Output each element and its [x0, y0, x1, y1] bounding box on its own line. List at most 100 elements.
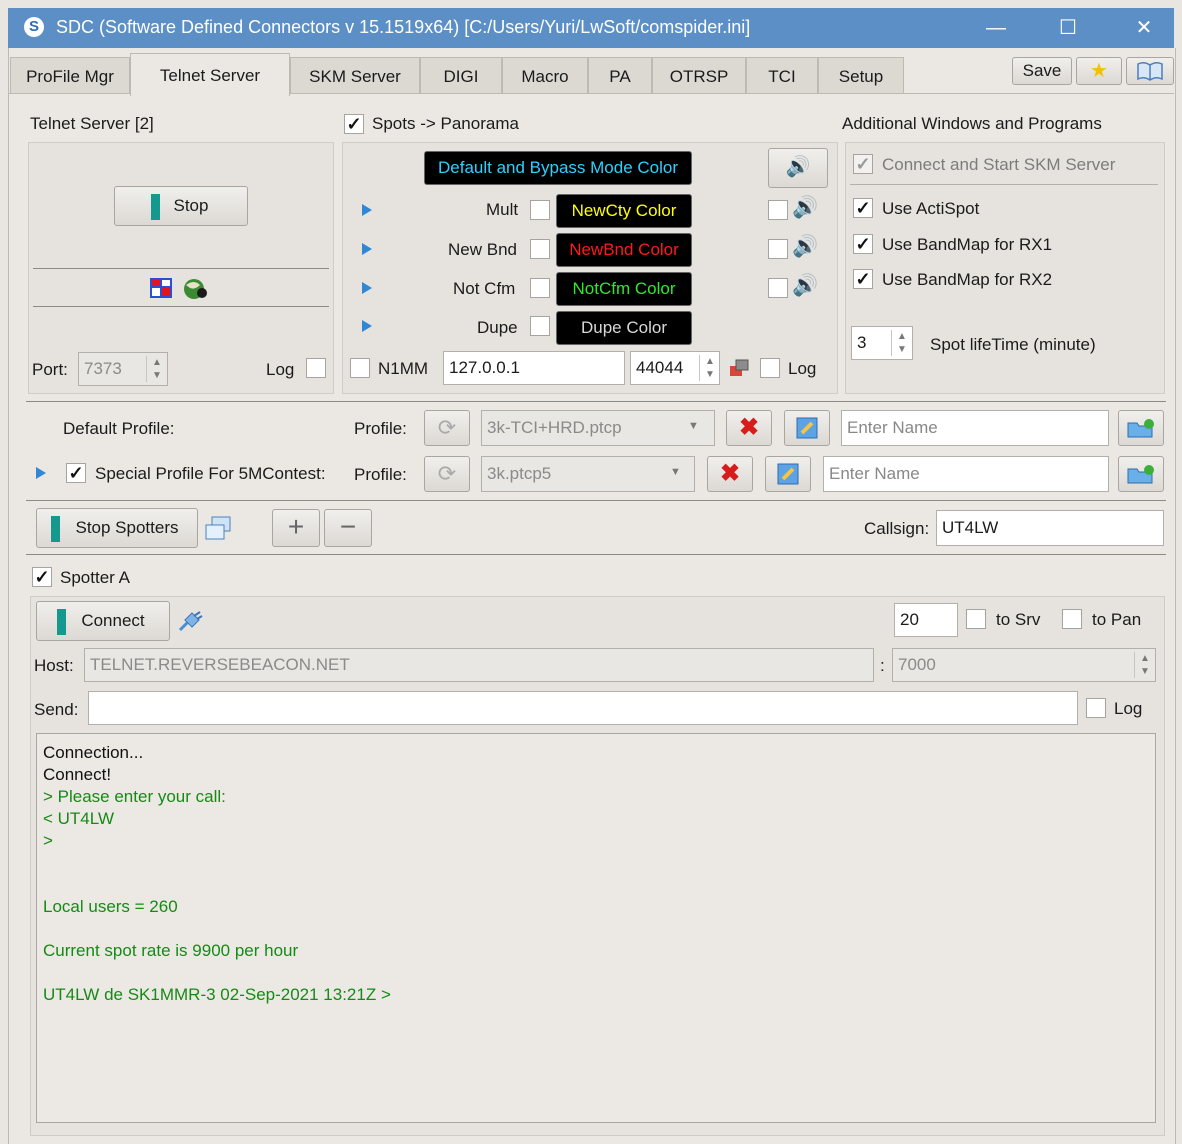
- plug-icon[interactable]: [176, 610, 204, 634]
- flags-globe-icon[interactable]: [150, 276, 210, 302]
- tab-skm-server[interactable]: SKM Server: [290, 57, 420, 94]
- divider: [26, 554, 1166, 555]
- spot-lifetime-spinner[interactable]: ▲ ▼: [891, 330, 912, 356]
- tab-setup[interactable]: Setup: [818, 57, 904, 94]
- spots-panorama-checkbox[interactable]: ✓: [344, 114, 364, 134]
- callsign-label: Callsign:: [864, 519, 930, 538]
- tab-digi[interactable]: DIGI: [420, 57, 502, 94]
- special-profile-checkbox[interactable]: ✓: [66, 463, 86, 483]
- chevron-down-icon: ▼: [670, 466, 681, 478]
- n1mm-checkbox[interactable]: [350, 358, 370, 378]
- favorite-star-icon[interactable]: ★: [1076, 57, 1122, 85]
- connect-skm-checkbox[interactable]: ✓: [853, 154, 873, 174]
- not-cfm-checkbox[interactable]: [530, 278, 550, 298]
- newcty-color-box[interactable]: NewCty Color: [556, 194, 692, 228]
- mult-checkbox[interactable]: [530, 200, 550, 220]
- not-cfm-sound-checkbox[interactable]: [768, 278, 788, 298]
- stop-spotters-button[interactable]: Stop Spotters: [36, 508, 198, 548]
- host-port-field[interactable]: 7000: [892, 648, 1156, 682]
- speaker-button[interactable]: 🔊: [768, 148, 828, 188]
- n1mm-ip-field[interactable]: 127.0.0.1: [443, 351, 625, 385]
- mult-label: Mult: [486, 200, 519, 219]
- use-actispot-checkbox[interactable]: ✓: [853, 198, 873, 218]
- maximize-button[interactable]: ☐: [1038, 8, 1098, 48]
- bandmap-rx1-checkbox[interactable]: ✓: [853, 234, 873, 254]
- open-folder-icon[interactable]: [1118, 456, 1164, 492]
- new-bnd-sound-checkbox[interactable]: [768, 239, 788, 259]
- connect-button[interactable]: Connect: [36, 601, 170, 641]
- tab-telnet-server[interactable]: Telnet Server: [130, 53, 290, 96]
- add-spotter-button[interactable]: +: [272, 509, 320, 547]
- dupe-color-box[interactable]: Dupe Color: [556, 311, 692, 345]
- stop-label: Stop: [173, 196, 209, 215]
- expand-arrow-icon[interactable]: [362, 243, 372, 255]
- delete-icon[interactable]: ✖: [707, 456, 753, 492]
- default-color-box[interactable]: Default and Bypass Mode Color: [424, 151, 692, 185]
- app-icon: S: [24, 17, 44, 37]
- title-bar[interactable]: S SDC (Software Defined Connectors v 15.…: [8, 8, 1174, 48]
- port-value: 7373: [84, 359, 122, 378]
- tab-profile-mgr[interactable]: ProFile Mgr: [10, 57, 130, 94]
- tab-tci[interactable]: TCI: [746, 57, 818, 94]
- minimize-button[interactable]: —: [966, 8, 1026, 48]
- divider: [33, 306, 329, 307]
- dupe-checkbox[interactable]: [530, 316, 550, 336]
- server-log-checkbox[interactable]: [306, 358, 326, 378]
- notcfm-color-box[interactable]: NotCfm Color: [556, 272, 692, 306]
- expand-arrow-icon[interactable]: [36, 467, 46, 479]
- port-label: Port:: [32, 360, 68, 379]
- n1mm-label: N1MM: [378, 359, 429, 378]
- refresh-icon[interactable]: ⟳: [424, 456, 470, 492]
- default-profile-value: 3k-TCI+HRD.ptcp: [487, 418, 622, 437]
- send-field[interactable]: [88, 691, 1078, 725]
- spotter-a-label: Spotter A: [60, 568, 130, 587]
- mult-sound-checkbox[interactable]: [768, 200, 788, 220]
- telnet-console[interactable]: Connection... Connect! > Please enter yo…: [36, 733, 1156, 1123]
- save-button[interactable]: Save: [1012, 57, 1072, 85]
- spotter-a-checkbox[interactable]: ✓: [32, 567, 52, 587]
- special-profile-select[interactable]: 3k.ptcp5: [481, 456, 695, 492]
- tab-otrsp[interactable]: OTRSP: [652, 57, 746, 94]
- callsign-field[interactable]: UT4LW: [936, 510, 1164, 546]
- edit-icon[interactable]: [765, 456, 811, 492]
- book-icon[interactable]: [1126, 57, 1174, 85]
- spot-count-field[interactable]: 20: [894, 603, 958, 637]
- n1mm-log-checkbox[interactable]: [760, 358, 780, 378]
- host-port-separator: :: [880, 656, 885, 675]
- port-spinner[interactable]: ▲ ▼: [146, 356, 167, 382]
- refresh-icon[interactable]: ⟳: [424, 410, 470, 446]
- bandmap-rx1-label: Use BandMap for RX1: [882, 235, 1053, 254]
- spotter-log-checkbox[interactable]: [1086, 698, 1106, 718]
- expand-arrow-icon[interactable]: [362, 320, 372, 332]
- n1mm-port-spinner[interactable]: ▲ ▼: [699, 355, 720, 381]
- special-profile-label: Special Profile For 5MContest:: [95, 464, 326, 483]
- expand-arrow-icon[interactable]: [362, 204, 372, 216]
- expand-arrow-icon[interactable]: [362, 282, 372, 294]
- open-folder-icon[interactable]: [1118, 410, 1164, 446]
- dupe-label: Dupe: [477, 318, 518, 337]
- newbnd-color-box[interactable]: NewBnd Color: [556, 233, 692, 267]
- host-port-spinner[interactable]: ▲ ▼: [1134, 652, 1155, 678]
- tab-macro[interactable]: Macro: [502, 57, 588, 94]
- connect-label: Connect: [81, 611, 145, 630]
- special-profile-name-placeholder: Enter Name: [829, 464, 920, 483]
- host-field[interactable]: TELNET.REVERSEBEACON.NET: [84, 648, 874, 682]
- console-line: Connect!: [43, 765, 112, 784]
- edit-icon[interactable]: [784, 410, 830, 446]
- remove-spotter-button[interactable]: −: [324, 509, 372, 547]
- console-line: Current spot rate is 9900 per hour: [43, 941, 299, 960]
- delete-icon[interactable]: ✖: [726, 410, 772, 446]
- bandmap-rx2-checkbox[interactable]: ✓: [853, 269, 873, 289]
- default-profile-select[interactable]: 3k-TCI+HRD.ptcp: [481, 410, 715, 446]
- tab-pa[interactable]: PA: [588, 57, 652, 94]
- windows-icon[interactable]: [204, 515, 234, 543]
- close-button[interactable]: ✕: [1114, 8, 1174, 48]
- to-srv-checkbox[interactable]: [966, 609, 986, 629]
- to-pan-checkbox[interactable]: [1062, 609, 1082, 629]
- profile-name-field[interactable]: Enter Name: [841, 410, 1109, 446]
- use-actispot-label: Use ActiSpot: [882, 199, 980, 218]
- network-icon[interactable]: [728, 356, 752, 380]
- special-profile-name-field[interactable]: Enter Name: [823, 456, 1109, 492]
- stop-server-button[interactable]: Stop: [114, 186, 248, 226]
- new-bnd-checkbox[interactable]: [530, 239, 550, 259]
